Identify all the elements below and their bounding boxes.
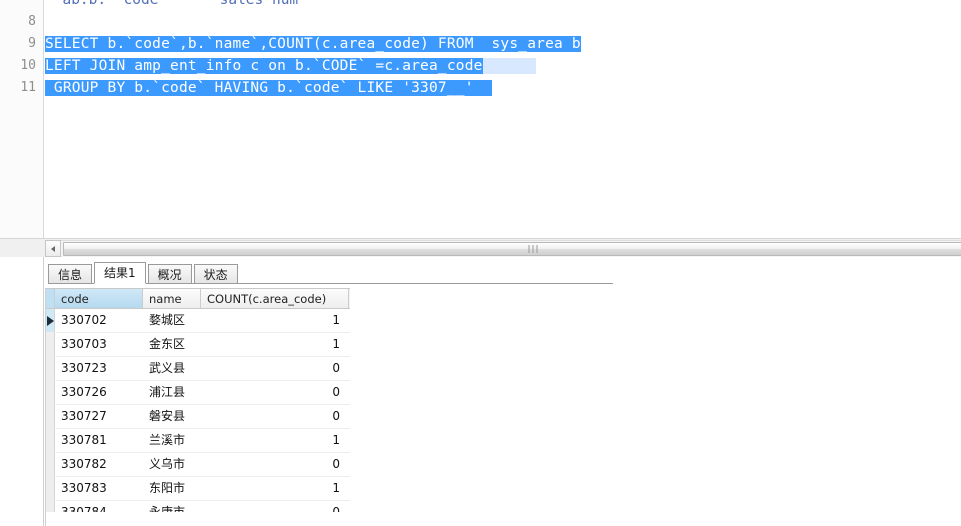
grid-header-code[interactable]: code: [55, 289, 143, 308]
current-row-arrow-icon: [47, 315, 54, 326]
scroll-left-button[interactable]: [45, 240, 61, 257]
table-row[interactable]: 330783 东阳市 1: [46, 477, 350, 501]
sql-client-window: 8 9 10 11 ab.b. `code` `sales_num` SELEC…: [0, 0, 961, 526]
triangle-left-icon: [51, 245, 55, 252]
row-selector-cell[interactable]: [46, 477, 55, 500]
code-line-10-trailing-fill: [482, 58, 537, 74]
sql-editor-pane[interactable]: 8 9 10 11 ab.b. `code` `sales_num` SELEC…: [0, 0, 961, 238]
grip-dots-icon: [528, 245, 538, 253]
line-number: 11: [20, 80, 36, 95]
left-panel-edge: [0, 257, 44, 526]
editor-line-number-gutter: 8 9 10 11: [0, 0, 44, 238]
cell-count[interactable]: 1: [201, 333, 349, 356]
table-row[interactable]: 330726 浦江县 0: [46, 381, 350, 405]
cell-name[interactable]: 武义县: [143, 357, 201, 380]
table-row[interactable]: 330702 婺城区 1: [46, 309, 350, 333]
cell-count[interactable]: 1: [201, 429, 349, 452]
code-line-10-text: LEFT JOIN amp_ent_info c on b.`CODE` =c.…: [45, 58, 483, 74]
code-line-11: GROUP BY b.`code` HAVING b.`code` LIKE '…: [45, 77, 492, 99]
cell-count[interactable]: 1: [201, 309, 349, 332]
row-selector-cell[interactable]: [46, 357, 55, 380]
cell-name[interactable]: 东阳市: [143, 477, 201, 500]
grid-header-row: code name COUNT(c.area_code): [46, 288, 350, 309]
cell-count[interactable]: 0: [201, 405, 349, 428]
cell-count[interactable]: 1: [201, 477, 349, 500]
code-line-11-text: GROUP BY b.`code` HAVING b.`code` LIKE '…: [45, 80, 474, 96]
row-selector-cell[interactable]: [46, 429, 55, 452]
code-line-11-trailing-fill: [473, 80, 492, 96]
cell-count[interactable]: 0: [201, 357, 349, 380]
tab-info[interactable]: 信息: [48, 264, 93, 284]
tab-profile[interactable]: 概况: [147, 264, 192, 284]
cell-code[interactable]: 330782: [55, 453, 143, 476]
row-selector-cell[interactable]: [46, 309, 55, 332]
cell-code[interactable]: 330702: [55, 309, 143, 332]
cell-code[interactable]: 330781: [55, 429, 143, 452]
row-selector-cell[interactable]: [46, 405, 55, 428]
cell-code[interactable]: 330727: [55, 405, 143, 428]
tab-status[interactable]: 状态: [193, 264, 238, 284]
cell-code[interactable]: 330783: [55, 477, 143, 500]
cell-count[interactable]: 0: [201, 453, 349, 476]
table-row[interactable]: 330782 义乌市 0: [46, 453, 350, 477]
code-line-9: SELECT b.`code`,b.`name`,COUNT(c.area_co…: [45, 33, 581, 55]
line-number: 8: [28, 14, 36, 29]
cell-code[interactable]: 330726: [55, 381, 143, 404]
editor-horizontal-scrollbar[interactable]: [0, 238, 961, 257]
cell-name[interactable]: 义乌市: [143, 453, 201, 476]
table-row[interactable]: 330727 磐安县 0: [46, 405, 350, 429]
cell-name[interactable]: 金东区: [143, 333, 201, 356]
line-number: 10: [20, 58, 36, 73]
table-row[interactable]: 330781 兰溪市 1: [46, 429, 350, 453]
code-line-10: LEFT JOIN amp_ent_info c on b.`CODE` =c.…: [45, 55, 537, 77]
scrollbar-track[interactable]: [61, 240, 961, 257]
cell-count[interactable]: 0: [201, 381, 349, 404]
row-selector-cell[interactable]: [46, 381, 55, 404]
sql-code-area[interactable]: ab.b. `code` `sales_num` SELECT b.`code`…: [45, 0, 961, 238]
grid-header-count[interactable]: COUNT(c.area_code): [201, 289, 349, 308]
cell-name[interactable]: 磐安县: [143, 405, 201, 428]
cell-name[interactable]: 浦江县: [143, 381, 201, 404]
clipped-line-mask: [90, 5, 961, 13]
table-row[interactable]: 330703 金东区 1: [46, 333, 350, 357]
cell-code[interactable]: 330703: [55, 333, 143, 356]
tab-list: 信息 结果1 概况 状态: [48, 262, 240, 284]
line-number: 9: [28, 36, 36, 51]
grid-body[interactable]: 330702 婺城区 1 330703 金东区 1 330723 武义县 0 330726 浦江县 0…: [46, 309, 350, 525]
tab-result1[interactable]: 结果1: [94, 262, 146, 284]
result-tabstrip: 信息 结果1 概况 状态: [44, 258, 961, 284]
row-selector-cell[interactable]: [46, 453, 55, 476]
table-row[interactable]: 330723 武义县 0: [46, 357, 350, 381]
grid-bottom-edge: [45, 512, 350, 526]
grid-header-rowselector: [46, 289, 55, 308]
grid-header-name[interactable]: name: [143, 289, 201, 308]
cell-name[interactable]: 婺城区: [143, 309, 201, 332]
row-selector-cell[interactable]: [46, 333, 55, 356]
result-grid[interactable]: code name COUNT(c.area_code) 330702 婺城区 1 3…: [45, 288, 350, 525]
code-line-9-text: SELECT b.`code`,b.`name`,COUNT(c.area_co…: [45, 36, 581, 52]
scrollbar-thumb[interactable]: [63, 242, 961, 256]
cell-code[interactable]: 330723: [55, 357, 143, 380]
cell-name[interactable]: 兰溪市: [143, 429, 201, 452]
